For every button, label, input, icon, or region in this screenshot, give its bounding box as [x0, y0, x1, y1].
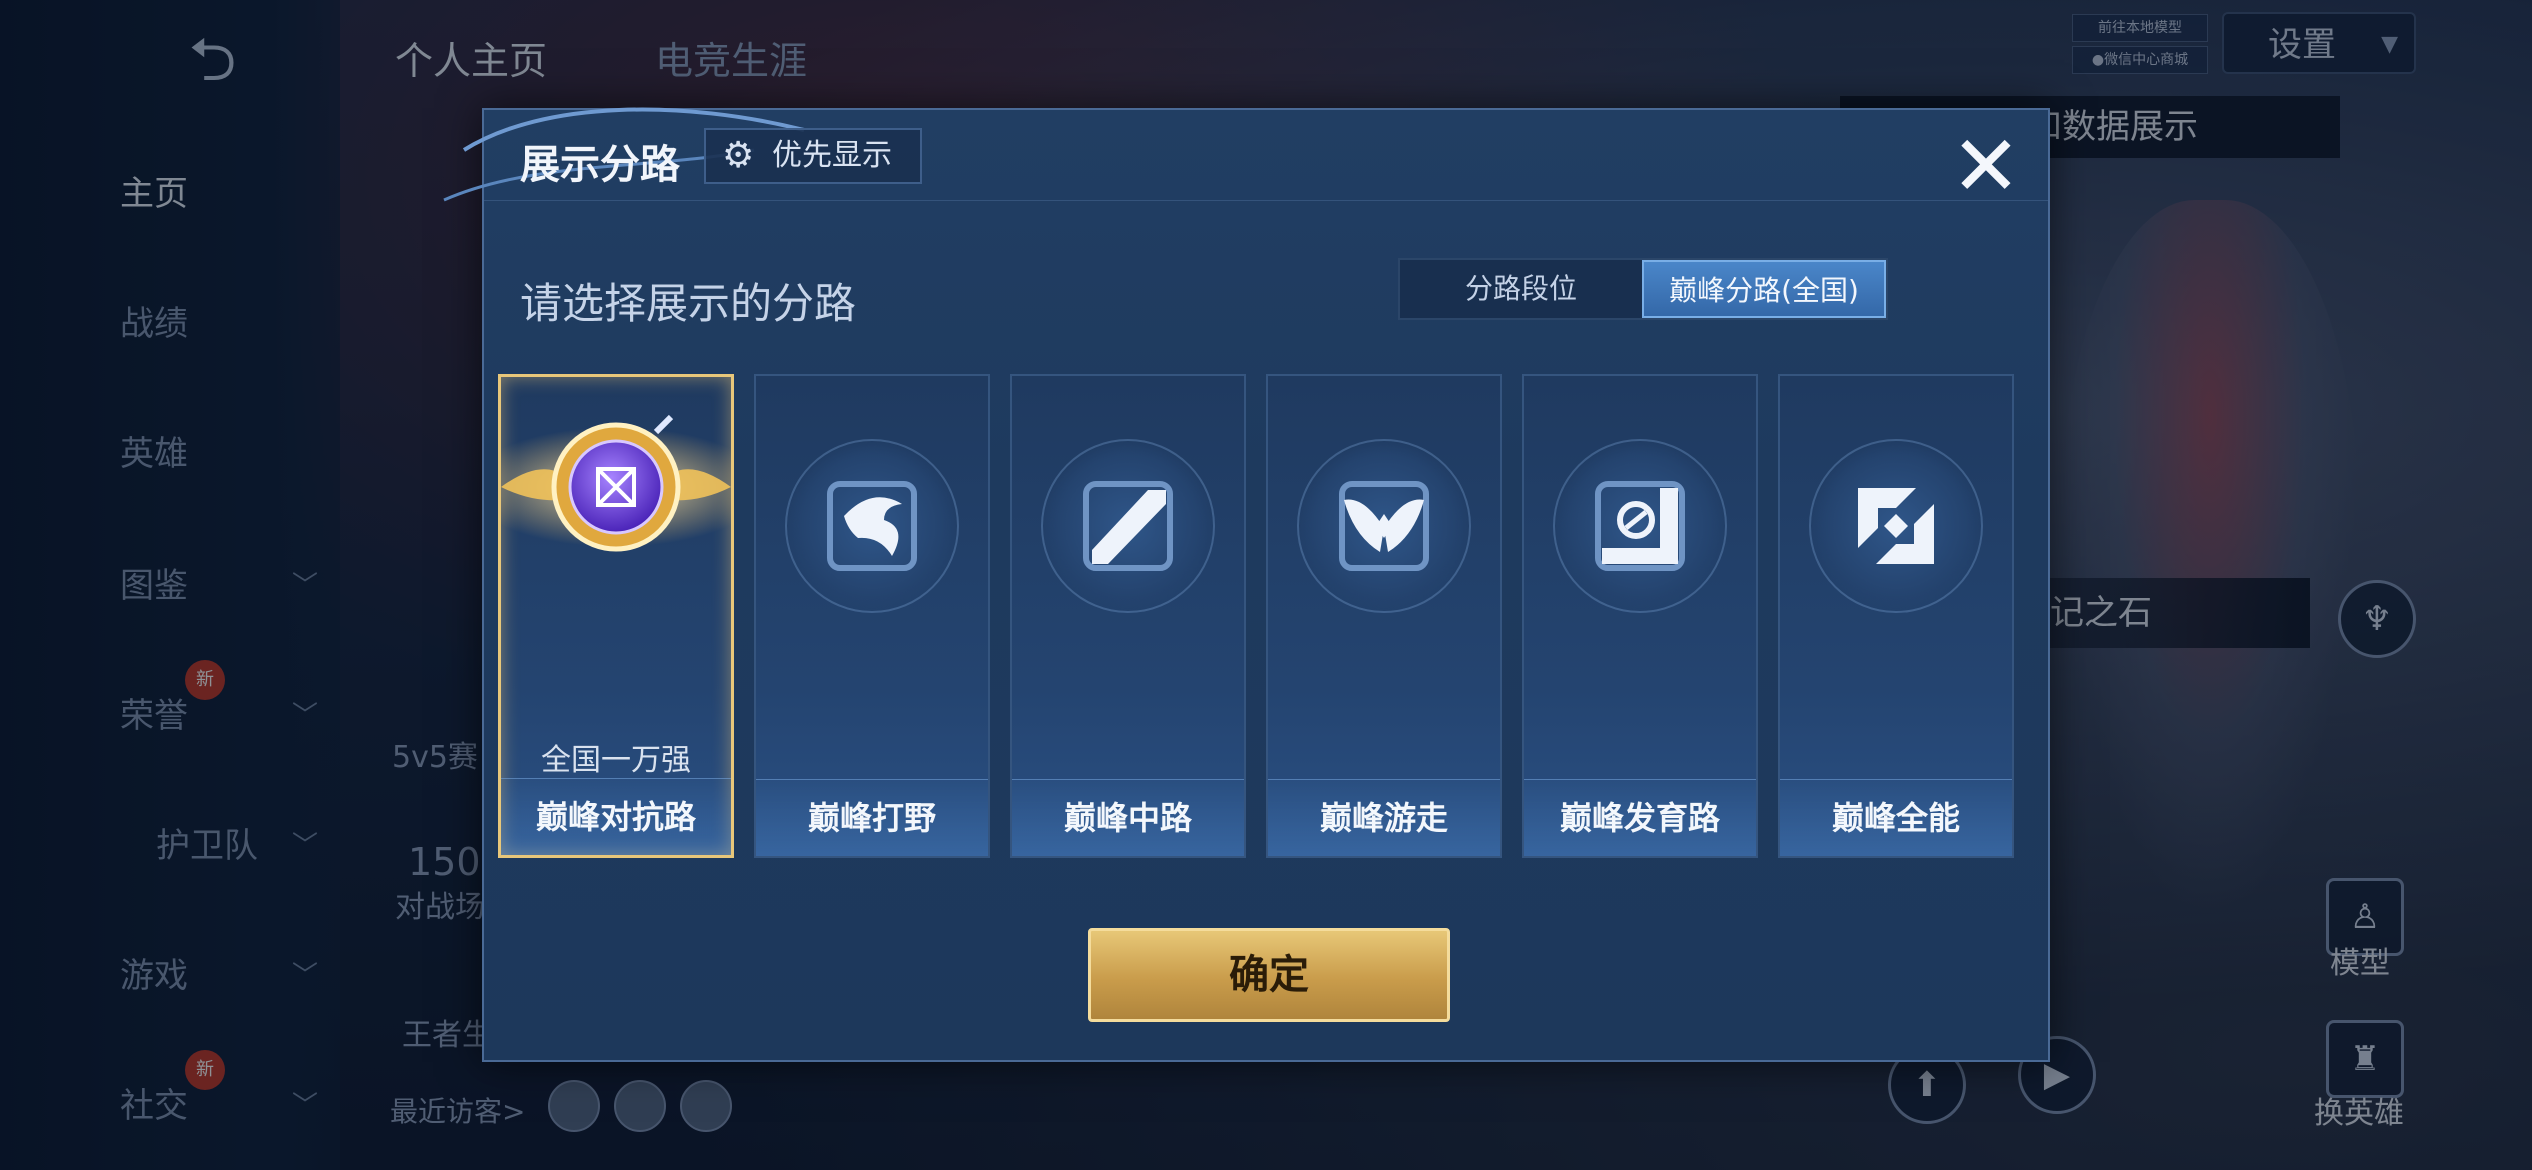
lane-label-bar: 巅峰游走 [1268, 779, 1500, 856]
roam-wings-icon [1297, 439, 1471, 613]
clash-lane-icon [501, 414, 731, 552]
lane-card-mid[interactable]: 巅峰中路 [1010, 374, 1246, 858]
lane-label-bar: 巅峰对抗路 [501, 778, 731, 855]
gear-icon: ⚙ [722, 135, 755, 176]
select-lane-prompt: 请选择展示的分路 [520, 279, 857, 328]
dialog-header: 展示分路 ⚙ 优先显示 ✕ [443, 107, 2048, 208]
lane-label-bar: 巅峰打野 [756, 779, 988, 856]
lane-label-bar: 巅峰发育路 [1524, 779, 1756, 856]
jungle-dragon-icon [785, 439, 959, 613]
toggle-lane-rank[interactable]: 分路段位 [1400, 260, 1642, 318]
rank-type-toggle: 分路段位 巅峰分路(全国) [1398, 258, 1888, 320]
mid-lane-icon [1041, 439, 1215, 613]
priority-label: 优先显示 [772, 138, 892, 173]
dialog-title: 展示分路 [520, 142, 680, 188]
lane-rank-text: 全国一万强 [541, 743, 691, 778]
lane-card-farm[interactable]: 巅峰发育路 [1522, 374, 1758, 858]
confirm-button[interactable]: 确定 [1088, 928, 1450, 1022]
priority-display-button[interactable]: ⚙ 优先显示 [704, 128, 922, 184]
lane-card-roam[interactable]: 巅峰游走 [1266, 374, 1502, 858]
lane-label: 巅峰游走 [1319, 799, 1448, 837]
lane-card-all-round[interactable]: 巅峰全能 [1778, 374, 2014, 858]
lane-label: 巅峰全能 [1831, 799, 1960, 837]
lane-label: 巅峰中路 [1063, 799, 1192, 837]
toggle-peak-lane-national[interactable]: 巅峰分路(全国) [1642, 260, 1886, 318]
lane-card-jungle[interactable]: 巅峰打野 [754, 374, 990, 858]
lane-label: 巅峰对抗路 [535, 798, 696, 836]
lane-card-clash[interactable]: 全国一万强 巅峰对抗路 [498, 374, 734, 858]
lane-label-bar: 巅峰全能 [1780, 779, 2012, 856]
lane-label-bar: 巅峰中路 [1012, 779, 1244, 856]
lane-display-dialog: 展示分路 ⚙ 优先显示 ✕ 请选择展示的分路 分路段位 巅峰分路(全国) 全国一… [443, 107, 2050, 1062]
farm-lane-icon [1553, 439, 1727, 613]
all-round-icon [1809, 439, 1983, 613]
close-icon[interactable]: ✕ [1946, 124, 2026, 208]
lane-label: 巅峰打野 [807, 799, 936, 837]
lane-label: 巅峰发育路 [1559, 799, 1720, 837]
